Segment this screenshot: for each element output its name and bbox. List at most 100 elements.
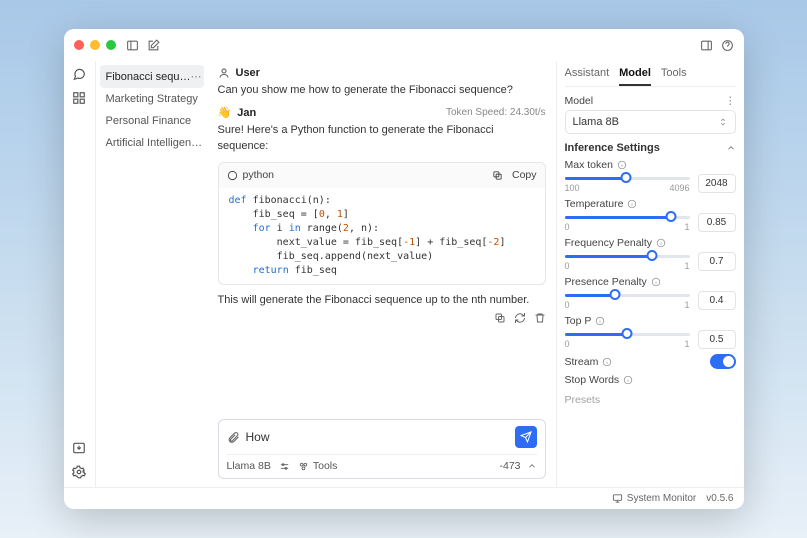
app-body: Fibonacci sequ…⋯ Marketing Strategy Pers… [64, 61, 744, 487]
info-icon[interactable] [656, 238, 666, 248]
panel-toggle-icon[interactable] [700, 39, 713, 52]
top-p-value[interactable]: 0.5 [698, 330, 736, 349]
tools-chip[interactable]: Tools [298, 460, 338, 472]
model-section-label: Model [565, 95, 594, 107]
composer-input[interactable] [246, 430, 509, 444]
max-token-value[interactable]: 2048 [698, 174, 736, 193]
model-select[interactable]: Llama 8B [565, 110, 736, 134]
info-icon[interactable] [623, 375, 633, 385]
user-text: Can you show me how to generate the Fibo… [218, 83, 546, 98]
new-chat-icon[interactable] [147, 39, 160, 52]
tab-model[interactable]: Model [619, 65, 651, 86]
monitor-icon [612, 493, 623, 504]
app-window: Fibonacci sequ…⋯ Marketing Strategy Pers… [64, 29, 744, 509]
copy-message-icon[interactable] [494, 312, 506, 324]
window-controls [74, 40, 116, 50]
version-label: v0.5.6 [706, 493, 733, 504]
sidebar-toggle-icon[interactable] [126, 39, 139, 52]
copy-button[interactable]: Copy [492, 168, 537, 183]
presence-penalty-value[interactable]: 0.4 [698, 291, 736, 310]
token-counter: -473 [499, 460, 520, 472]
stop-words-label: Stop Words [565, 374, 620, 386]
settings-chip-icon[interactable] [279, 461, 290, 472]
user-message: User Can you show me how to generate the… [218, 67, 546, 98]
assistant-message: 👋 Jan Token Speed: 24.30t/s Sure! Here's… [218, 106, 546, 324]
tab-tools[interactable]: Tools [661, 65, 687, 86]
top-p-prop: Top P 01 0.5 [565, 315, 736, 349]
chevron-up-icon[interactable] [726, 143, 736, 153]
close-window-button[interactable] [74, 40, 84, 50]
code-body: def fibonacci(n): fib_seq = [0, 1] for i… [219, 188, 545, 284]
frequency-penalty-value[interactable]: 0.7 [698, 252, 736, 271]
copy-label: Copy [512, 168, 537, 183]
conversation-label: Fibonacci sequ… [106, 71, 191, 83]
download-icon[interactable] [72, 441, 86, 455]
presets-label: Presets [565, 394, 601, 406]
maximize-window-button[interactable] [106, 40, 116, 50]
status-bar: System Monitor v0.5.6 [64, 487, 744, 509]
info-icon[interactable] [627, 199, 637, 209]
token-speed: Token Speed: 24.30t/s [446, 107, 546, 118]
assistant-intro: Sure! Here's a Python function to genera… [218, 123, 546, 154]
attach-icon[interactable] [227, 431, 240, 444]
presence-penalty-prop: Presence Penalty 01 0.4 [565, 276, 736, 310]
presence-penalty-slider[interactable] [565, 290, 690, 300]
info-icon[interactable] [602, 357, 612, 367]
regenerate-icon[interactable] [514, 312, 526, 324]
conversation-item[interactable]: Personal Finance [100, 110, 204, 132]
info-icon[interactable] [651, 277, 661, 287]
icon-rail [64, 61, 96, 487]
max-token-prop: Max token 1004096 2048 [565, 159, 736, 193]
top-p-slider[interactable] [565, 329, 690, 339]
chat-icon[interactable] [72, 67, 86, 81]
panel-tabs: Assistant Model Tools [565, 65, 736, 87]
expand-icon[interactable] [527, 461, 537, 471]
titlebar [64, 29, 744, 61]
help-icon[interactable] [721, 39, 734, 52]
code-block: python Copy def fibonacci(n): fib_seq = … [218, 162, 546, 285]
minimize-window-button[interactable] [90, 40, 100, 50]
send-button[interactable] [515, 426, 537, 448]
conversation-list: Fibonacci sequ…⋯ Marketing Strategy Pers… [96, 61, 208, 487]
assistant-text: Sure! Here's a Python function to genera… [218, 123, 546, 324]
send-icon [520, 431, 532, 443]
code-header: python Copy [219, 163, 545, 188]
settings-panel: Assistant Model Tools Model ⋮ Llama 8B In… [556, 61, 744, 487]
code-lang-icon [227, 170, 238, 181]
stream-toggle[interactable] [710, 354, 736, 369]
system-monitor-button[interactable]: System Monitor [612, 493, 696, 504]
temperature-value[interactable]: 0.85 [698, 213, 736, 232]
stream-label: Stream [565, 356, 599, 368]
tools-icon [298, 461, 309, 472]
kebab-icon[interactable]: ⋮ [725, 95, 736, 107]
info-icon[interactable] [617, 160, 627, 170]
message-actions [218, 312, 546, 324]
more-icon[interactable]: ⋯ [191, 70, 202, 83]
delete-icon[interactable] [534, 312, 546, 324]
tab-assistant[interactable]: Assistant [565, 65, 610, 86]
code-lang: python [243, 168, 275, 183]
apps-icon[interactable] [72, 91, 86, 105]
conversation-item[interactable]: Fibonacci sequ…⋯ [100, 65, 204, 88]
frequency-penalty-prop: Frequency Penalty 01 0.7 [565, 237, 736, 271]
settings-icon[interactable] [72, 465, 86, 479]
max-token-slider[interactable] [565, 173, 690, 183]
frequency-penalty-slider[interactable] [565, 251, 690, 261]
copy-icon [492, 170, 503, 181]
assistant-name: Jan [237, 107, 256, 119]
chevron-up-down-icon [718, 117, 728, 127]
info-icon[interactable] [595, 316, 605, 326]
assistant-outro: This will generate the Fibonacci sequenc… [218, 293, 546, 308]
user-name: User [236, 67, 260, 79]
conversation-item[interactable]: Marketing Strategy [100, 88, 204, 110]
wave-icon: 👋 [218, 106, 232, 119]
composer: Llama 8B Tools -473 [218, 419, 546, 479]
user-avatar-icon [218, 67, 230, 79]
chat-area: User Can you show me how to generate the… [208, 61, 556, 487]
temperature-prop: Temperature 01 0.85 [565, 198, 736, 232]
model-chip[interactable]: Llama 8B [227, 460, 271, 472]
temperature-slider[interactable] [565, 212, 690, 222]
model-select-value: Llama 8B [573, 116, 619, 128]
conversation-item[interactable]: Artificial Intelligen… [100, 132, 204, 154]
inference-label: Inference Settings [565, 142, 660, 154]
